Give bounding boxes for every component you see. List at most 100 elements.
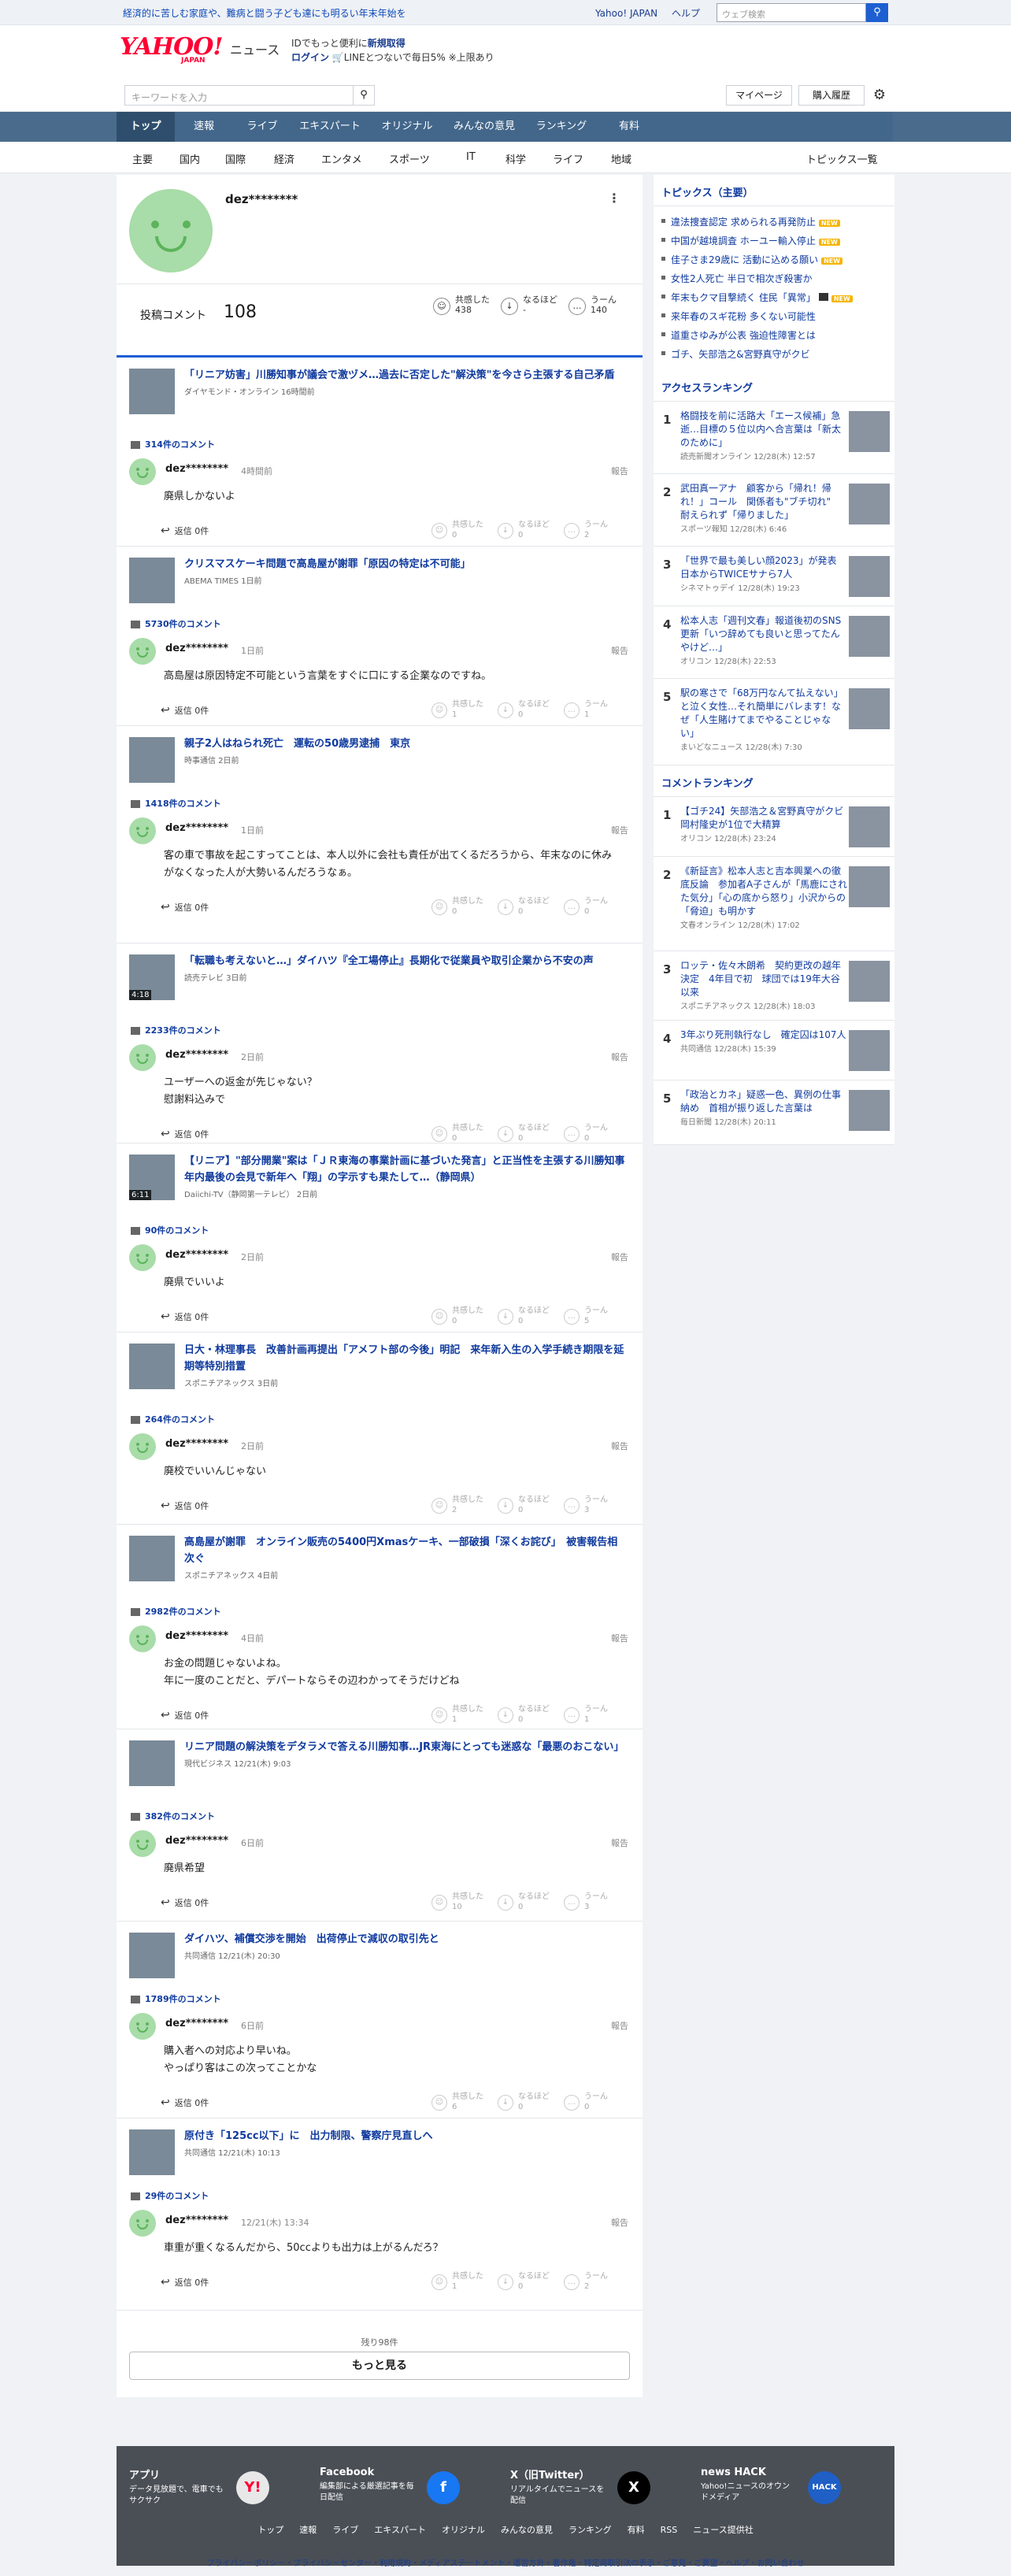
purchase-history-button[interactable]: 購入履歴 [798, 85, 865, 106]
reply-button[interactable]: ↩ 返信 0件 [161, 1709, 209, 1722]
comment-count-link[interactable]: 5730件のコメント [131, 617, 221, 630]
footer-link[interactable]: エキスパート [374, 2525, 426, 2535]
report-link[interactable]: 報告 [611, 644, 628, 657]
footer-promo-icon[interactable]: Y! [236, 2471, 269, 2504]
agree-button[interactable]: ☺ 共感した 2 [431, 1495, 483, 1515]
comment-count-text[interactable]: 29件のコメント [145, 2191, 209, 2201]
agree-button[interactable]: ☺ 共感した 6 [431, 2092, 483, 2112]
footer-promo[interactable]: X（旧Twitter） リアルタイムでニュースを配信 X [510, 2467, 676, 2507]
comment-count-link[interactable]: 264件のコメント [131, 1413, 215, 1425]
hmm-button[interactable]: ↓ なるほど 0 [498, 1123, 550, 1143]
ranking-title-text[interactable]: 松本人志「週刊文春」報道後初のSNS更新「いつ辞めても良いと思ってたんやけど…」 [680, 615, 841, 653]
nav-original[interactable]: オリジナル [368, 112, 446, 142]
agree-button[interactable]: ☺ 共感した 0 [431, 1306, 483, 1326]
hmm-button[interactable]: ↓ なるほど 0 [498, 1495, 550, 1515]
comment-count-link[interactable]: 382件のコメント [131, 1810, 215, 1822]
ranking-title-text[interactable]: 3年ぶり死刑執行なし 確定囚は107人 [680, 1029, 846, 1040]
hmm-button[interactable]: ↓ なるほど 0 [498, 1892, 550, 1912]
footer-link[interactable]: 有料 [628, 2525, 645, 2535]
ranking-thumbnail[interactable] [849, 556, 890, 597]
footer-promo[interactable]: アプリ データ見放題で、電車でもサクサク Y! [129, 2467, 294, 2507]
ranking-thumbnail[interactable] [849, 806, 890, 847]
article-title[interactable]: ダイハツ、補償交渉を開始 出荷停止で減収の取引先と 共同通信 12/21(木) 2… [184, 1931, 625, 1965]
cat-it[interactable]: IT [466, 151, 476, 163]
reply-button[interactable]: ↩ 返信 0件 [161, 1896, 209, 1909]
ranking-thumbnail[interactable] [849, 411, 890, 452]
topic-item[interactable]: 違法捜査認定 求められる再発防止 NEW [654, 211, 894, 230]
footer-link[interactable]: RSS [661, 2525, 678, 2535]
web-search-button[interactable]: ⚲ [866, 3, 888, 22]
article-thumbnail[interactable] [129, 558, 175, 603]
help-link[interactable]: ヘルプ [672, 8, 700, 19]
hmm-button[interactable]: ↓ なるほど 0 [498, 2092, 550, 2112]
article-title[interactable]: 高島屋が謝罪 オンライン販売の5400円Xmasケーキ、一部破損「深くお詫び」 … [184, 1534, 625, 1585]
article-title[interactable]: 【リニア】"部分開業"案は「ＪＲ東海の事業計画に基づいた発言」と正当性を主張する… [184, 1153, 635, 1203]
comment-count-link[interactable]: 90件のコメント [131, 1224, 209, 1236]
footer-link[interactable]: ニュース提供社 [693, 2525, 753, 2535]
hmm-button[interactable]: ↓ なるほど 0 [498, 1306, 550, 1326]
uun-button[interactable]: … うーん 1 [564, 699, 608, 720]
login-link[interactable]: ログイン [291, 52, 329, 63]
footer-link[interactable]: オリジナル [442, 2525, 485, 2535]
comment-count-link[interactable]: 314件のコメント [131, 438, 215, 450]
topic-item[interactable]: 女性2人死亡 半日で相次ぎ殺害か [654, 268, 894, 287]
comment-count-text[interactable]: 2982件のコメント [145, 1607, 221, 1617]
footer-promo[interactable]: Facebook 編集部による厳選記事を毎日配信 f [320, 2467, 485, 2504]
article-title-text[interactable]: 日大・林理事長 改善計画再提出「アメフト部の今後」明記 来年新入生の入学手続き期… [184, 1344, 624, 1373]
ranking-item[interactable]: 1 【ゴチ24】矢部浩之＆宮野真守がクビ 岡村隆史が1位で大精算 オリコン 12/2… [654, 797, 894, 857]
article-thumbnail[interactable] [129, 1344, 175, 1389]
footer-link[interactable]: みんなの意見 [501, 2525, 553, 2535]
comment-count-link[interactable]: 1418件のコメント [131, 797, 221, 810]
more-menu-icon[interactable]: ⋮ [608, 191, 620, 206]
uun-button[interactable]: … うーん 3 [564, 1892, 608, 1912]
nav-expert[interactable]: エキスパート [291, 112, 368, 142]
nav-paid[interactable]: 有料 [600, 112, 658, 142]
article-title[interactable]: 「リニア妨害」川勝知事が議会で激ヅメ…過去に否定した"解決策"を今さら主張する自… [184, 367, 625, 401]
gear-icon[interactable]: ⚙ [869, 85, 890, 106]
article-title-text[interactable]: 「転職も考えないと…」ダイハツ『全工場停止』長期化で従業員や取引企業から不安の声 [184, 955, 594, 967]
footer-promo[interactable]: news HACK Yahoo!ニュースのオウンドメディア HACK [701, 2467, 866, 2504]
comment-count-link[interactable]: 29件のコメント [131, 2189, 209, 2202]
footer-link[interactable]: ランキング [568, 2525, 612, 2535]
article-title-text[interactable]: ダイハツ、補償交渉を開始 出荷停止で減収の取引先と [184, 1933, 439, 1945]
ranking-title-text[interactable]: 「世界で最も美しい顔2023」が発表 日本からTWICEサナら7人 [680, 555, 846, 580]
ranking-thumbnail[interactable] [849, 616, 890, 657]
cat-sports[interactable]: スポーツ [389, 151, 430, 166]
ranking-title[interactable]: 松本人志「週刊文春」報道後初のSNS更新「いつ辞めても良いと思ってたんやけど…」… [680, 614, 849, 668]
report-link[interactable]: 報告 [611, 465, 628, 477]
topic-item[interactable]: ゴチ、矢部浩之&宮野真守がクビ [654, 343, 894, 362]
reply-button[interactable]: ↩ 返信 0件 [161, 704, 209, 717]
footer-promo-title[interactable]: アプリ [129, 2467, 294, 2481]
article-thumbnail[interactable] [129, 1536, 175, 1581]
ranking-item[interactable]: 2 《新証言》松本人志と吉本興業への徹底反論 参加者A子さんが「馬鹿にされた気分」… [654, 857, 894, 951]
article-title[interactable]: 「転職も考えないと…」ダイハツ『全工場停止』長期化で従業員や取引企業から不安の声… [184, 953, 625, 987]
uun-button[interactable]: … うーん 0 [564, 1123, 608, 1143]
reply-button[interactable]: ↩ 返信 0件 [161, 1310, 209, 1323]
footer-link[interactable]: 速報 [299, 2525, 317, 2535]
ranking-thumbnail[interactable] [849, 961, 890, 1002]
agree-button[interactable]: ☺ 共感した 1 [431, 2271, 483, 2292]
report-link[interactable]: 報告 [611, 824, 628, 836]
mypage-button[interactable]: マイページ [726, 85, 792, 106]
ranking-thumbnail[interactable] [849, 688, 890, 729]
nav-live[interactable]: ライブ [233, 112, 291, 142]
article-thumbnail[interactable] [129, 737, 175, 783]
topic-title[interactable]: ゴチ、矢部浩之&宮野真守がクビ [671, 349, 810, 360]
article-title-text[interactable]: 原付き「125cc以下」に 出力制限、警察庁見直しへ [184, 2130, 433, 2142]
topic-item[interactable]: 道重さゆみが公表 強迫性障害とは [654, 324, 894, 343]
reply-button[interactable]: ↩ 返信 0件 [161, 2096, 209, 2109]
ranking-title-text[interactable]: 「政治とカネ」疑惑一色、異例の仕事納め 首相が振り返した言葉は [680, 1089, 841, 1114]
ranking-title-text[interactable]: 武田真一アナ 顧客から「帰れ！帰れ！」コール 関係者も"ブチ切れ" 耐えられず「… [680, 483, 840, 521]
uun-button[interactable]: … うーん 3 [564, 1495, 608, 1515]
article-title-text[interactable]: 【リニア】"部分開業"案は「ＪＲ東海の事業計画に基づいた発言」と正当性を主張する… [184, 1155, 635, 1184]
article-thumbnail[interactable]: 4:18 [129, 954, 175, 1000]
hmm-button[interactable]: ↓ なるほど 0 [498, 896, 550, 917]
footer-promo-icon[interactable]: X [617, 2471, 650, 2504]
ranking-item[interactable]: 4 松本人志「週刊文春」報道後初のSNS更新「いつ辞めても良いと思ってたんやけど…… [654, 606, 894, 679]
article-title[interactable]: 原付き「125cc以下」に 出力制限、警察庁見直しへ 共同通信 12/21(木) … [184, 2128, 625, 2162]
ranking-thumbnail[interactable] [849, 1090, 890, 1131]
ranking-title[interactable]: 駅の寒さで「68万円なんて払えない」と泣く女性…それ簡単にバレます！なぜ「人生賭… [680, 687, 849, 754]
reply-button[interactable]: ↩ 返信 0件 [161, 2276, 209, 2289]
uun-button[interactable]: … うーん 0 [564, 896, 608, 917]
reply-button[interactable]: ↩ 返信 0件 [161, 901, 209, 914]
